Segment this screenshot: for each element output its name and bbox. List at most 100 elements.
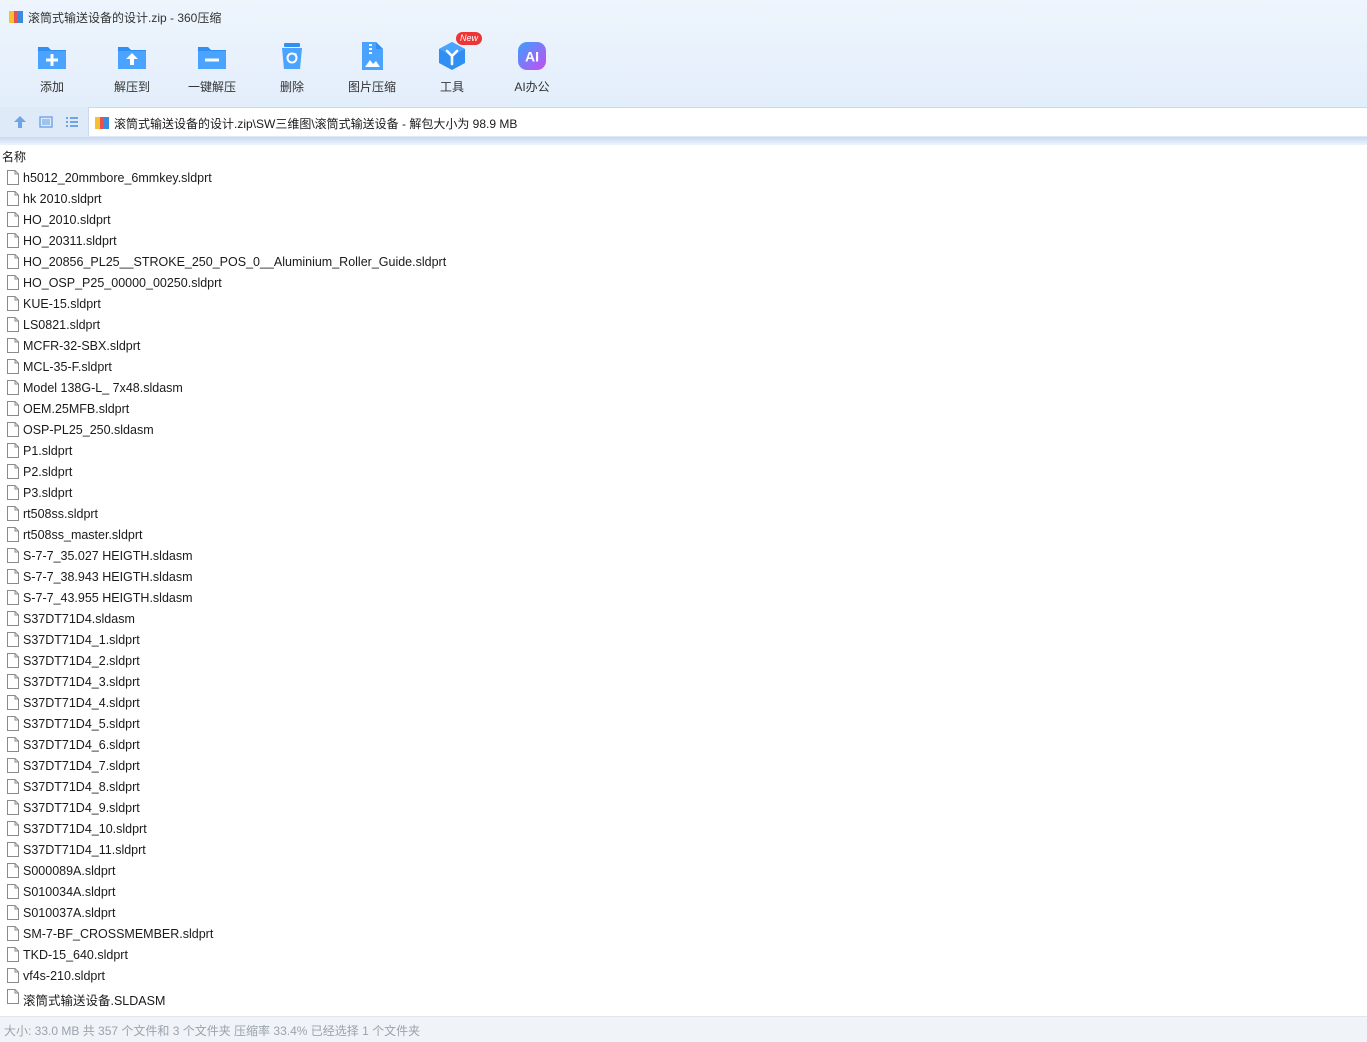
- file-row[interactable]: HO_20856_PL25__STROKE_250_POS_0__Alumini…: [0, 252, 1367, 273]
- file-row[interactable]: 滚筒式输送设备.SLDASM: [0, 987, 1367, 1008]
- tools-button[interactable]: New 工具: [412, 32, 492, 98]
- file-name: 滚筒式输送设备.SLDASM: [23, 994, 166, 1008]
- file-icon: [7, 695, 19, 710]
- extract-to-icon: [118, 47, 146, 69]
- file-row[interactable]: HO_OSP_P25_00000_00250.sldprt: [0, 273, 1367, 294]
- file-icon: [7, 548, 19, 563]
- status-bar: 大小: 33.0 MB 共 357 个文件和 3 个文件夹 压缩率 33.4% …: [0, 1016, 1367, 1042]
- new-badge: New: [456, 32, 483, 45]
- file-icon: [7, 359, 19, 374]
- file-name: S010037A.sldprt: [23, 906, 116, 920]
- file-row[interactable]: S37DT71D4.sldasm: [0, 609, 1367, 630]
- file-icon: [7, 422, 19, 437]
- file-icon: [7, 590, 19, 605]
- file-name: OSP-PL25_250.sldasm: [23, 423, 154, 437]
- file-row[interactable]: hk 2010.sldprt: [0, 189, 1367, 210]
- file-row[interactable]: MCL-35-F.sldprt: [0, 357, 1367, 378]
- file-icon: [7, 653, 19, 668]
- file-icon: [7, 338, 19, 353]
- file-row[interactable]: S010037A.sldprt: [0, 903, 1367, 924]
- file-row[interactable]: S-7-7_43.955 HEIGTH.sldasm: [0, 588, 1367, 609]
- file-row[interactable]: MCFR-32-SBX.sldprt: [0, 336, 1367, 357]
- file-row[interactable]: rt508ss.sldprt: [0, 504, 1367, 525]
- file-row[interactable]: Model 138G-L_ 7x48.sldasm: [0, 378, 1367, 399]
- file-row[interactable]: S37DT71D4_6.sldprt: [0, 735, 1367, 756]
- address-path: 滚筒式输送设备的设计.zip\SW三维图\滚筒式输送设备 - 解包大小为 98.…: [114, 117, 518, 131]
- file-icon: [7, 611, 19, 626]
- file-row[interactable]: S-7-7_35.027 HEIGTH.sldasm: [0, 546, 1367, 567]
- file-icon: [7, 989, 19, 1004]
- file-name: MCL-35-F.sldprt: [23, 360, 112, 374]
- zip-app-icon: [9, 11, 23, 23]
- file-name: S37DT71D4_3.sldprt: [23, 675, 140, 689]
- up-arrow-icon[interactable]: [12, 114, 28, 130]
- file-name: S37DT71D4_7.sldprt: [23, 759, 140, 773]
- image-compress-button[interactable]: 图片压缩: [332, 36, 412, 98]
- file-row[interactable]: OSP-PL25_250.sldasm: [0, 420, 1367, 441]
- add-label: 添加: [39, 80, 64, 94]
- file-row[interactable]: S37DT71D4_10.sldprt: [0, 819, 1367, 840]
- file-row[interactable]: h5012_20mmbore_6mmkey.sldprt: [0, 168, 1367, 189]
- file-row[interactable]: rt508ss_master.sldprt: [0, 525, 1367, 546]
- file-name: TKD-15_640.sldprt: [23, 948, 128, 962]
- file-row[interactable]: S000089A.sldprt: [0, 861, 1367, 882]
- file-row[interactable]: KUE-15.sldprt: [0, 294, 1367, 315]
- file-row[interactable]: S37DT71D4_3.sldprt: [0, 672, 1367, 693]
- file-icon: [7, 380, 19, 395]
- file-row[interactable]: HO_2010.sldprt: [0, 210, 1367, 231]
- separator: [0, 137, 1367, 145]
- file-row[interactable]: S37DT71D4_9.sldprt: [0, 798, 1367, 819]
- list-view-icon[interactable]: [64, 114, 80, 130]
- file-name: S37DT71D4_8.sldprt: [23, 780, 140, 794]
- file-row[interactable]: vf4s-210.sldprt: [0, 966, 1367, 987]
- file-icon: [7, 443, 19, 458]
- file-row[interactable]: S37DT71D4_4.sldprt: [0, 693, 1367, 714]
- file-row[interactable]: P3.sldprt: [0, 483, 1367, 504]
- file-name: LS0821.sldprt: [23, 318, 101, 332]
- file-row[interactable]: OEM.25MFB.sldprt: [0, 399, 1367, 420]
- file-icon: [7, 884, 19, 899]
- header-area: 滚筒式输送设备的设计.zip - 360压缩 添加 解压到 一键解压 删除 图片…: [0, 0, 1367, 107]
- file-row[interactable]: P2.sldprt: [0, 462, 1367, 483]
- file-row[interactable]: S010034A.sldprt: [0, 882, 1367, 903]
- add-button[interactable]: 添加: [12, 36, 92, 98]
- column-header-name[interactable]: 名称: [2, 148, 26, 165]
- file-row[interactable]: S37DT71D4_7.sldprt: [0, 756, 1367, 777]
- delete-button[interactable]: 删除: [252, 36, 332, 98]
- file-name: P2.sldprt: [23, 465, 73, 479]
- file-row[interactable]: S37DT71D4_1.sldprt: [0, 630, 1367, 651]
- address-bar[interactable]: 滚筒式输送设备的设计.zip\SW三维图\滚筒式输送设备 - 解包大小为 98.…: [88, 107, 1367, 136]
- file-icon: [7, 758, 19, 773]
- file-name: HO_2010.sldprt: [23, 213, 111, 227]
- file-name: S37DT71D4_5.sldprt: [23, 717, 140, 731]
- file-name: h5012_20mmbore_6mmkey.sldprt: [23, 171, 212, 185]
- file-row[interactable]: S37DT71D4_11.sldprt: [0, 840, 1367, 861]
- extract-to-button[interactable]: 解压到: [92, 36, 172, 98]
- file-row[interactable]: S37DT71D4_2.sldprt: [0, 651, 1367, 672]
- file-name: vf4s-210.sldprt: [23, 969, 105, 983]
- file-name: HO_20856_PL25__STROKE_250_POS_0__Alumini…: [23, 255, 447, 269]
- file-icon: [7, 779, 19, 794]
- file-row[interactable]: P1.sldprt: [0, 441, 1367, 462]
- file-icon: [7, 716, 19, 731]
- file-name: MCFR-32-SBX.sldprt: [23, 339, 141, 353]
- file-icon: [7, 485, 19, 500]
- thumbnail-view-icon[interactable]: [38, 114, 54, 130]
- file-row[interactable]: SM-7-BF_CROSSMEMBER.sldprt: [0, 924, 1367, 945]
- file-name: S37DT71D4_2.sldprt: [23, 654, 140, 668]
- file-icon: [7, 191, 19, 206]
- ai-office-button[interactable]: AI AI办公: [492, 36, 572, 98]
- file-row[interactable]: TKD-15_640.sldprt: [0, 945, 1367, 966]
- zip-file-icon: [95, 117, 109, 129]
- file-row[interactable]: LS0821.sldprt: [0, 315, 1367, 336]
- file-row[interactable]: S-7-7_38.943 HEIGTH.sldasm: [0, 567, 1367, 588]
- file-row[interactable]: S37DT71D4_8.sldprt: [0, 777, 1367, 798]
- one-click-extract-button[interactable]: 一键解压: [172, 36, 252, 98]
- file-icon: [7, 317, 19, 332]
- delete-icon: [282, 43, 302, 69]
- file-row[interactable]: S37DT71D4_5.sldprt: [0, 714, 1367, 735]
- extract-to-label: 解压到: [113, 80, 150, 94]
- file-icon: [7, 926, 19, 941]
- ai-office-label: AI办公: [514, 80, 550, 94]
- file-row[interactable]: HO_20311.sldprt: [0, 231, 1367, 252]
